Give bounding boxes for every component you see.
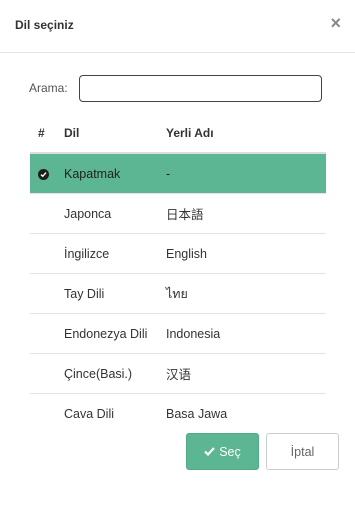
row-marker <box>30 233 64 274</box>
row-language: İngilizce <box>64 233 166 274</box>
select-button-label: Seç <box>219 444 241 459</box>
table-row[interactable]: Japonca 日本語 <box>30 193 326 234</box>
table-row[interactable]: Endonezya Dili Indonesia <box>30 313 326 354</box>
row-native-name: Indonesia <box>166 313 326 354</box>
select-button[interactable]: Seç <box>186 433 259 470</box>
table-row[interactable]: İngilizce English <box>30 233 326 274</box>
row-marker <box>30 313 64 354</box>
row-marker <box>30 273 64 314</box>
header-number: # <box>30 114 64 154</box>
check-icon <box>204 447 216 456</box>
row-language: Çince(Basi.) <box>64 353 166 394</box>
row-native-name: - <box>166 152 326 194</box>
dialog-header: Dil seçiniz × <box>0 0 355 53</box>
cancel-button-label: İptal <box>290 444 315 459</box>
search-row: Arama: <box>29 74 322 102</box>
table-row[interactable]: Kapatmak - <box>30 152 326 194</box>
dialog-title: Dil seçiniz <box>15 18 74 32</box>
language-dialog: Dil seçiniz × Arama: # Dil Yerli Adı Kap… <box>0 0 355 513</box>
row-language: Cava Dili <box>64 393 166 433</box>
row-native-name: ไทย <box>166 273 326 314</box>
row-language: Tay Dili <box>64 273 166 314</box>
check-circle-icon <box>38 168 49 180</box>
cancel-button[interactable]: İptal <box>266 433 339 470</box>
header-native-name: Yerli Adı <box>166 114 326 154</box>
dialog-footer: Seç İptal <box>186 433 339 470</box>
row-language: Endonezya Dili <box>64 313 166 354</box>
table-row[interactable]: Çince(Basi.) 汉语 <box>30 353 326 394</box>
row-marker <box>30 353 64 394</box>
row-native-name: Basa Jawa <box>166 393 326 433</box>
row-marker <box>30 193 64 234</box>
row-marker <box>30 152 64 194</box>
search-label: Arama: <box>29 81 68 95</box>
table-row[interactable]: Tay Dili ไทย <box>30 273 326 314</box>
row-native-name: English <box>166 233 326 274</box>
language-table: # Dil Yerli Adı Kapatmak - Japonca 日本語 İ… <box>30 114 326 433</box>
row-native-name: 日本語 <box>166 193 326 234</box>
table-row[interactable]: Cava Dili Basa Jawa <box>30 393 326 433</box>
table-header-row: # Dil Yerli Adı <box>30 114 326 154</box>
search-input[interactable] <box>79 74 322 102</box>
close-icon[interactable]: × <box>330 13 341 33</box>
row-language: Kapatmak <box>64 152 166 194</box>
row-language: Japonca <box>64 193 166 234</box>
row-native-name: 汉语 <box>166 353 326 394</box>
row-marker <box>30 393 64 433</box>
header-language: Dil <box>64 114 166 154</box>
